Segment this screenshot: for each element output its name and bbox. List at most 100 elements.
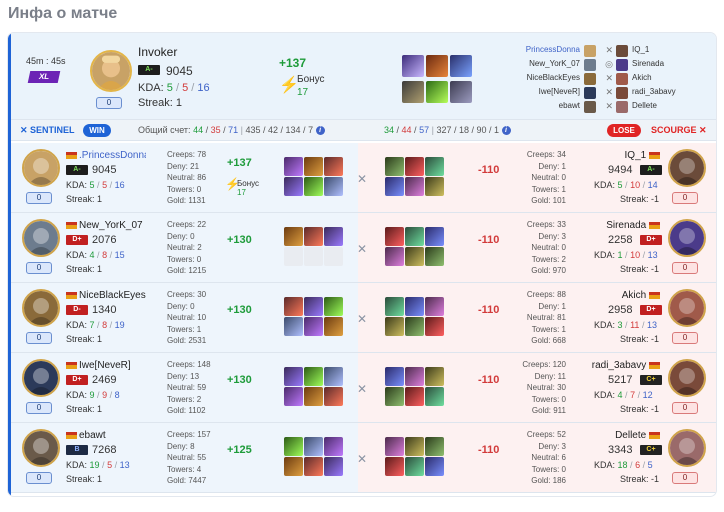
item-icon[interactable] [324, 157, 343, 176]
player-avatar[interactable] [22, 289, 60, 327]
item-icon[interactable] [450, 55, 472, 77]
item-icon[interactable] [284, 177, 303, 196]
item-icon[interactable] [304, 437, 323, 456]
item-icon[interactable] [324, 177, 343, 196]
item-icon[interactable] [425, 457, 444, 476]
mini-right-name[interactable]: Dellete [632, 101, 657, 110]
item-icon[interactable] [304, 297, 323, 316]
item-icon[interactable] [405, 177, 424, 196]
item-icon[interactable] [405, 247, 424, 266]
item-icon[interactable] [385, 177, 404, 196]
item-icon[interactable] [385, 157, 404, 176]
item-icon[interactable] [385, 437, 404, 456]
item-icon[interactable] [425, 387, 444, 406]
item-icon[interactable] [405, 297, 424, 316]
info-icon[interactable]: i [501, 126, 511, 136]
player-name[interactable]: New_YorK_07 [66, 220, 146, 231]
item-icon[interactable] [304, 177, 323, 196]
item-icon[interactable] [425, 367, 444, 386]
item-icon[interactable] [402, 55, 424, 77]
mini-left-name[interactable]: ebawt [559, 101, 580, 110]
item-icon[interactable] [425, 317, 444, 336]
item-icon[interactable] [324, 387, 343, 406]
item-icon[interactable] [385, 457, 404, 476]
hero-avatar[interactable] [90, 50, 132, 92]
player-name[interactable]: Iwe[NeveR] [66, 360, 146, 371]
item-icon[interactable] [425, 437, 444, 456]
player-name[interactable]: IQ_1 [582, 150, 662, 161]
hero-portrait-icon [24, 431, 58, 465]
item-icon[interactable] [324, 437, 343, 456]
item-icon[interactable] [304, 227, 323, 246]
player-name[interactable]: Dellete [582, 430, 662, 441]
player-name[interactable]: .PrincessDonna [66, 150, 146, 161]
player-avatar[interactable] [22, 219, 60, 257]
item-icon[interactable] [385, 247, 404, 266]
item-icon[interactable] [385, 297, 404, 316]
item-icon[interactable] [284, 387, 303, 406]
player-avatar[interactable] [668, 289, 706, 327]
mmr-gain: +137 [227, 157, 252, 169]
item-icon[interactable] [324, 457, 343, 476]
player-name[interactable]: Akich [582, 290, 662, 301]
mini-right-name[interactable]: Akich [632, 73, 652, 82]
item-icon[interactable] [426, 81, 448, 103]
item-icon[interactable] [324, 297, 343, 316]
item-icon[interactable] [405, 317, 424, 336]
item-icon[interactable] [304, 457, 323, 476]
item-icon[interactable] [284, 457, 303, 476]
player-avatar[interactable] [668, 359, 706, 397]
item-icon[interactable] [284, 437, 303, 456]
item-icon[interactable] [426, 55, 448, 77]
item-icon[interactable] [425, 297, 444, 316]
item-icon[interactable] [284, 317, 303, 336]
mini-left-name[interactable]: New_YorK_07 [529, 59, 580, 68]
player-avatar[interactable] [668, 149, 706, 187]
item-icon[interactable] [385, 227, 404, 246]
item-icon[interactable] [385, 367, 404, 386]
mini-right-name[interactable]: Sirenada [632, 59, 664, 68]
item-icon[interactable] [425, 247, 444, 266]
item-icon[interactable] [284, 157, 303, 176]
player-name[interactable]: Sirenada [582, 220, 662, 231]
hero-mini-icon [584, 59, 596, 71]
item-icon[interactable] [405, 157, 424, 176]
info-icon[interactable]: i [315, 126, 325, 136]
item-icon[interactable] [425, 227, 444, 246]
item-icon[interactable] [284, 227, 303, 246]
player-avatar[interactable] [22, 429, 60, 467]
item-icon[interactable] [324, 317, 343, 336]
item-icon[interactable] [405, 367, 424, 386]
mini-left-name[interactable]: NiceBlackEyes [527, 73, 580, 82]
item-icon[interactable] [324, 367, 343, 386]
item-icon[interactable] [385, 387, 404, 406]
player-name[interactable]: radi_3abavy [582, 360, 662, 371]
player-avatar[interactable] [668, 219, 706, 257]
item-icon[interactable] [304, 317, 323, 336]
mini-left-name[interactable]: Iwe[NeveR] [539, 87, 580, 96]
item-icon[interactable] [450, 81, 472, 103]
item-icon[interactable] [324, 227, 343, 246]
item-icon[interactable] [405, 387, 424, 406]
item-icon[interactable] [425, 157, 444, 176]
player-avatar[interactable] [668, 429, 706, 467]
item-icon[interactable] [425, 177, 444, 196]
player-name[interactable]: ebawt [66, 430, 146, 441]
mini-right-name[interactable]: IQ_1 [632, 45, 649, 54]
item-icon[interactable] [284, 297, 303, 316]
item-icon[interactable] [304, 387, 323, 406]
item-icon[interactable] [405, 437, 424, 456]
player-name[interactable]: NiceBlackEyes [66, 290, 146, 301]
item-icon[interactable] [405, 227, 424, 246]
item-icon[interactable] [385, 317, 404, 336]
item-icon[interactable] [304, 157, 323, 176]
item-icon[interactable] [402, 81, 424, 103]
player-streak: Streak: -1 [620, 404, 660, 414]
item-icon[interactable] [284, 367, 303, 386]
item-icon[interactable] [304, 367, 323, 386]
mini-left-name[interactable]: PrincessDonna [526, 45, 580, 54]
item-icon[interactable] [405, 457, 424, 476]
player-avatar[interactable] [22, 149, 60, 187]
mini-right-name[interactable]: radi_3abavy [632, 87, 676, 96]
player-avatar[interactable] [22, 359, 60, 397]
